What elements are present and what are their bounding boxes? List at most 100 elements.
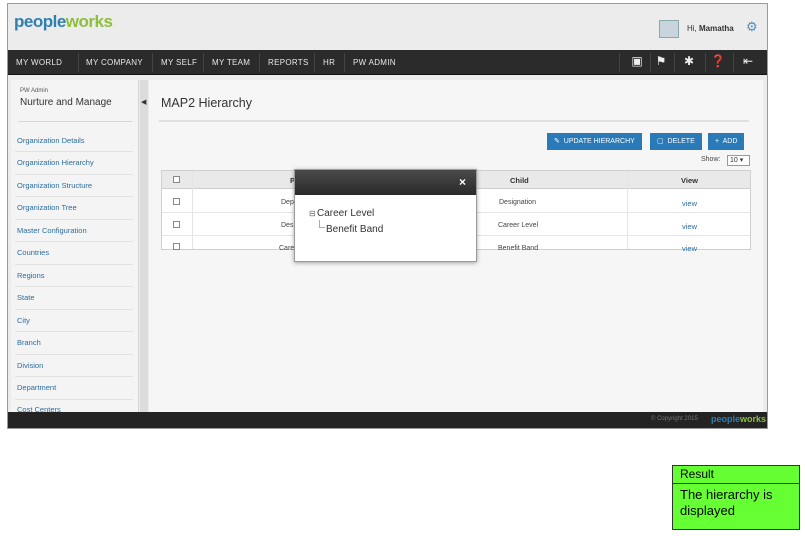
greeting-text: Hi, xyxy=(687,24,697,33)
close-icon[interactable]: × xyxy=(459,175,466,189)
sidebar-item-countries[interactable]: Countries xyxy=(17,248,49,257)
tree-node-child[interactable]: Benefit Band xyxy=(326,224,383,235)
select-all-checkbox[interactable] xyxy=(173,176,180,183)
view-link[interactable]: view xyxy=(682,222,697,231)
update-hierarchy-button[interactable]: ✎ UPDATE HIERARCHY xyxy=(547,133,642,150)
sidebar-item-master-configuration[interactable]: Master Configuration xyxy=(17,226,87,235)
view-link[interactable]: view xyxy=(682,244,697,253)
sidebar-divider xyxy=(15,354,133,355)
sidebar-divider xyxy=(15,286,133,287)
peopleworks-logo[interactable]: peopleworks xyxy=(14,12,113,32)
sidebar-divider xyxy=(15,174,133,175)
table-cell-parent: Dep xyxy=(281,199,294,206)
app-footer: © Copyright 2015 peopleworks xyxy=(8,412,767,428)
sidebar-divider xyxy=(15,264,133,265)
page-title: MAP2 Hierarchy xyxy=(161,96,252,110)
copyright-text: © Copyright 2015 xyxy=(651,416,698,422)
logo-part-people: people xyxy=(14,12,66,31)
table-cell-parent: Des xyxy=(281,222,294,229)
sidebar-divider xyxy=(15,219,133,220)
footer-logo-works: works xyxy=(740,414,767,424)
sidebar-item-state[interactable]: State xyxy=(17,293,35,302)
book-icon[interactable]: ▣ xyxy=(627,54,647,68)
nav-my-team[interactable]: MY TEAM xyxy=(212,58,250,67)
table-cell-child: Career Level xyxy=(498,222,539,229)
nav-my-world[interactable]: MY WORLD xyxy=(16,58,62,67)
user-greeting: Hi, Mamatha xyxy=(687,24,734,33)
page-size-label: Show: xyxy=(701,156,721,163)
result-heading: Result xyxy=(673,466,799,484)
nav-divider xyxy=(705,53,706,72)
nav-hr[interactable]: HR xyxy=(323,58,335,67)
hierarchy-modal: × ⊟ Career Level Benefit Band xyxy=(294,169,477,262)
view-link[interactable]: view xyxy=(682,199,697,208)
column-header-view: View xyxy=(681,176,698,185)
sidebar-item-organization-structure[interactable]: Organization Structure xyxy=(17,181,92,190)
column-header-child: Child xyxy=(510,176,529,185)
nav-divider xyxy=(152,53,153,72)
update-hierarchy-label: UPDATE HIERARCHY xyxy=(563,138,635,145)
sidebar-item-organization-hierarchy[interactable]: Organization Hierarchy xyxy=(17,158,94,167)
gear-icon[interactable]: ⚙ xyxy=(746,19,758,35)
sidebar-divider xyxy=(15,241,133,242)
page-size-select[interactable]: 10 ▾ xyxy=(727,155,750,166)
flag-icon[interactable]: ⚑ xyxy=(651,54,671,68)
row-checkbox[interactable] xyxy=(173,198,180,205)
avatar[interactable] xyxy=(659,20,679,38)
tree-collapse-icon[interactable]: ⊟ xyxy=(309,209,316,218)
modal-header: × xyxy=(295,170,476,195)
add-button[interactable]: + ADD xyxy=(708,133,745,150)
sidebar-item-city[interactable]: City xyxy=(17,316,30,325)
column-divider xyxy=(192,171,193,249)
sidebar-divider xyxy=(15,196,133,197)
sidebar-item-organization-tree[interactable]: Organization Tree xyxy=(17,203,77,212)
delete-button[interactable]: ▢ DELETE xyxy=(650,133,702,150)
nav-divider xyxy=(733,53,734,72)
sidebar-item-branch[interactable]: Branch xyxy=(17,338,41,347)
footer-logo: peopleworks xyxy=(711,414,766,424)
table-cell-child: Designation xyxy=(499,199,536,206)
help-icon[interactable]: ❓ xyxy=(708,54,728,68)
sidebar-item-department[interactable]: Department xyxy=(17,383,56,392)
nav-divider xyxy=(314,53,315,72)
nav-divider xyxy=(203,53,204,72)
sidebar-divider xyxy=(15,376,133,377)
sidebar-divider xyxy=(15,309,133,310)
table-cell-child: Benefit Band xyxy=(498,245,539,252)
sidebar-item-regions[interactable]: Regions xyxy=(17,271,45,280)
nav-pw-admin[interactable]: PW ADMIN xyxy=(353,58,396,67)
nav-divider xyxy=(674,53,675,72)
sidebar-divider xyxy=(15,331,133,332)
nav-reports[interactable]: REPORTS xyxy=(268,58,309,67)
result-box: Result The hierarchy is displayed xyxy=(672,465,800,530)
sidebar-subtitle: PW Admin xyxy=(20,88,49,94)
nav-my-company[interactable]: MY COMPANY xyxy=(86,58,143,67)
result-text: The hierarchy is displayed xyxy=(680,487,773,518)
footer-logo-people: people xyxy=(711,414,741,424)
sidebar-title: Nurture and Manage xyxy=(20,97,112,108)
row-checkbox[interactable] xyxy=(173,243,180,250)
app-header: peopleworks Hi, Mamatha ⚙ xyxy=(8,4,767,50)
tree-node-root[interactable]: Career Level xyxy=(317,208,374,219)
sidebar-divider xyxy=(15,399,133,400)
sidebar-divider xyxy=(18,121,132,122)
sidebar: PW Admin Nurture and Manage Organization… xyxy=(11,80,139,414)
nav-divider xyxy=(78,53,79,72)
row-checkbox[interactable] xyxy=(173,221,180,228)
user-name: Mamatha xyxy=(699,24,734,33)
main-nav: MY WORLD MY COMPANY MY SELF MY TEAM REPO… xyxy=(8,50,767,75)
add-label: ADD xyxy=(722,138,738,145)
sidebar-collapse-handle[interactable]: ◀ xyxy=(140,80,148,414)
title-divider xyxy=(159,120,749,122)
sidebar-item-organization-details[interactable]: Organization Details xyxy=(17,136,85,145)
logout-icon[interactable]: ⇤ xyxy=(738,54,758,68)
plus-icon: + xyxy=(715,138,720,145)
logo-part-works: works xyxy=(65,12,113,31)
sidebar-item-division[interactable]: Division xyxy=(17,361,43,370)
nav-divider xyxy=(259,53,260,72)
delete-label: DELETE xyxy=(667,138,695,145)
tools-icon[interactable]: ✱ xyxy=(679,54,699,68)
nav-my-self[interactable]: MY SELF xyxy=(161,58,197,67)
nav-divider xyxy=(344,53,345,72)
trash-icon: ▢ xyxy=(657,138,664,145)
